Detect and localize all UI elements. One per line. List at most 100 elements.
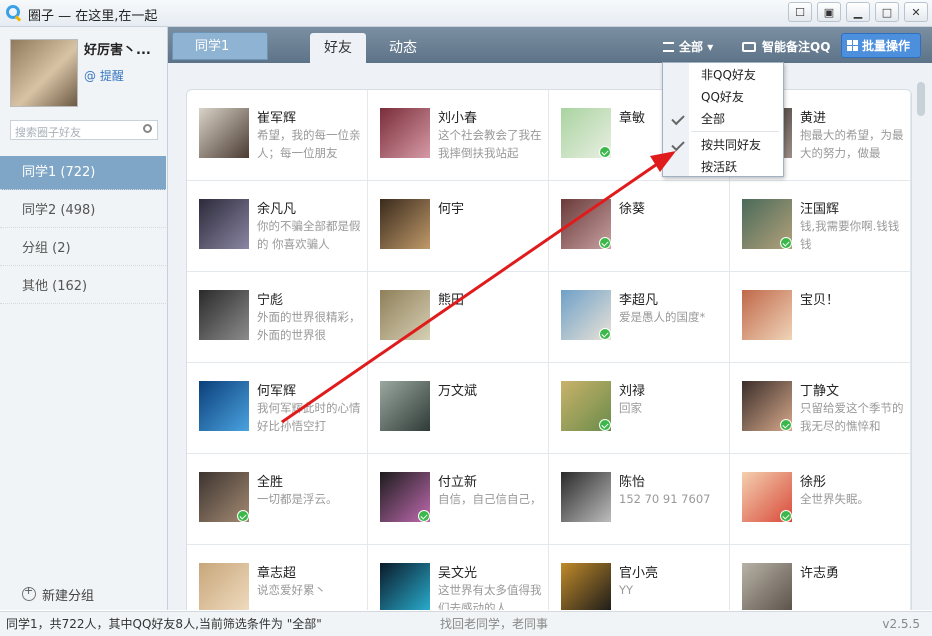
friend-signature (619, 217, 725, 253)
friend-avatar[interactable] (742, 563, 792, 610)
friend-name[interactable]: 宝贝！ (800, 289, 839, 308)
friend-avatar[interactable] (742, 290, 792, 340)
friend-signature: 外面的世界很精彩，外面的世界很 (257, 310, 361, 342)
friend-name[interactable]: 万文斌 (438, 380, 477, 399)
friend-name[interactable]: 许志勇 (800, 562, 839, 581)
friend-card[interactable]: 许志勇 (730, 545, 911, 610)
friend-avatar[interactable] (199, 563, 249, 610)
smart-remark-button[interactable]: 智能备注QQ (742, 35, 830, 59)
friend-avatar[interactable] (380, 290, 430, 340)
sidebar-group-item[interactable]: 同学2 (498) (0, 194, 166, 228)
sidebar-group-item[interactable]: 其他 (162) (0, 270, 166, 304)
friend-card[interactable]: 刘禄 回家 (549, 363, 730, 454)
remind-label: 提醒 (99, 69, 124, 83)
friend-card[interactable]: 何军辉 我何军辉此时的心情好比孙悟空打 (187, 363, 368, 454)
friend-card[interactable]: 官小亮 YY (549, 545, 730, 610)
friend-avatar[interactable] (561, 563, 611, 610)
friend-card[interactable]: 崔军辉希望，我的每一位亲人；每一位朋友 (187, 90, 368, 181)
friend-name[interactable]: 徐葵 (619, 198, 645, 217)
friend-name[interactable]: 全胜 (257, 471, 283, 490)
sidebar-group-item[interactable]: 分组 (2) (0, 232, 166, 266)
friend-signature: 钱,我需要你啊.钱钱钱 (800, 219, 900, 251)
friend-card[interactable]: 陈怡 152 70 91 7607 (549, 454, 730, 545)
filter-menu-item[interactable]: 非QQ好友 (701, 65, 756, 85)
friend-card[interactable]: 余凡凡 你的不骗全部都是假的 你喜欢骗人 (187, 181, 368, 272)
friend-name[interactable]: 熊田 (438, 289, 464, 308)
qq-friend-badge-icon (599, 237, 611, 249)
friend-card[interactable]: 吴文光 这世界有太多值得我们去感动的人 (368, 545, 549, 610)
friend-name[interactable]: 付立新 (438, 471, 477, 490)
search-icon[interactable] (143, 124, 152, 133)
friend-avatar[interactable] (561, 472, 611, 522)
friend-avatar[interactable] (199, 290, 249, 340)
friend-card[interactable]: 何宇 (368, 181, 549, 272)
friend-name[interactable]: 宁彪 (257, 289, 283, 308)
user-name: 好厉害丶... (84, 43, 151, 58)
qq-friend-badge-icon (599, 328, 611, 340)
filter-menu-item[interactable]: 按活跃 (701, 157, 737, 177)
friend-card[interactable]: 全胜 一切都是浮云。 (187, 454, 368, 545)
qq-friend-badge-icon (780, 237, 792, 249)
filter-dropdown[interactable]: 全部 ▾ (661, 35, 713, 59)
friend-avatar[interactable] (380, 563, 430, 610)
minimize-button[interactable]: ▁ (846, 2, 870, 22)
friend-avatar[interactable] (199, 381, 249, 431)
friend-name[interactable]: 李超凡 (619, 289, 658, 308)
friend-avatar[interactable] (380, 381, 430, 431)
friend-signature (800, 581, 906, 610)
friend-card[interactable]: 徐葵 (549, 181, 730, 272)
avatar[interactable] (10, 39, 78, 107)
friend-card[interactable]: 汪国辉钱,我需要你啊.钱钱钱 (730, 181, 911, 272)
search-input[interactable]: 搜索圈子好友 (10, 120, 158, 140)
friend-name[interactable]: 刘禄 (619, 380, 645, 399)
chat-icon[interactable]: ☐ (788, 2, 812, 22)
batch-operation-button[interactable]: 批量操作 (841, 33, 921, 58)
friend-avatar[interactable] (380, 199, 430, 249)
friend-card[interactable]: 章志超 说恋爱好累丶 (187, 545, 368, 610)
friend-name[interactable]: 陈怡 (619, 471, 645, 490)
filter-menu-item[interactable]: QQ好友 (701, 87, 744, 107)
friend-name[interactable]: 汪国辉 (800, 198, 839, 217)
friend-card[interactable]: 付立新 自信，自己信自己， (368, 454, 549, 545)
friend-name[interactable]: 章志超 (257, 562, 296, 581)
friend-signature (438, 217, 544, 253)
remind-link[interactable]: @ 提醒 (84, 67, 124, 84)
find-classmates-link[interactable]: 找回老同学，老同事 (440, 612, 548, 636)
friend-name[interactable]: 官小亮 (619, 562, 658, 581)
scrollbar[interactable] (917, 82, 925, 116)
friend-signature: 希望，我的每一位亲人；每一位朋友 (257, 128, 361, 160)
current-group-tab[interactable]: 同学1 (172, 32, 268, 60)
sidebar-group-item[interactable]: 同学1 (722) (0, 156, 166, 190)
friend-card[interactable]: 万文斌 (368, 363, 549, 454)
friend-name[interactable]: 崔军辉 (257, 107, 296, 126)
friend-avatar[interactable] (380, 108, 430, 158)
friend-grid: 崔军辉希望，我的每一位亲人；每一位朋友 刘小春 这个社会教会了我在我摔倒扶我站起 章敏… (186, 89, 912, 610)
friend-card[interactable]: 熊田 (368, 272, 549, 363)
maximize-button[interactable]: □ (875, 2, 899, 22)
qq-friend-badge-icon (237, 510, 249, 522)
friend-avatar[interactable] (199, 108, 249, 158)
friend-name[interactable]: 黄进 (800, 107, 826, 126)
close-button[interactable]: ✕ (904, 2, 928, 22)
friend-card[interactable]: 丁静文 只留给爱这个季节的我无尽的憔悴和 (730, 363, 911, 454)
friend-name[interactable]: 刘小春 (438, 107, 477, 126)
friend-name[interactable]: 丁静文 (800, 380, 839, 399)
friend-card[interactable]: 李超凡 爱是愚人的国度* (549, 272, 730, 363)
friend-name[interactable]: 徐彤 (800, 471, 826, 490)
friend-avatar[interactable] (199, 199, 249, 249)
friend-name[interactable]: 余凡凡 (257, 198, 296, 217)
friend-name[interactable]: 章敏 (619, 107, 645, 126)
friend-card[interactable]: 宝贝！ (730, 272, 911, 363)
friend-name[interactable]: 何军辉 (257, 380, 296, 399)
filter-menu-item[interactable]: 按共同好友 (701, 135, 761, 155)
tab-friends[interactable]: 好友 (310, 33, 366, 63)
new-group-button[interactable]: 新建分组 (22, 584, 94, 604)
friend-name[interactable]: 何宇 (438, 198, 464, 217)
filter-menu-item[interactable]: 全部 (701, 109, 725, 129)
friend-card[interactable]: 宁彪外面的世界很精彩，外面的世界很 (187, 272, 368, 363)
friend-card[interactable]: 徐彤 全世界失眠。 (730, 454, 911, 545)
tab-activity[interactable]: 动态 (375, 33, 431, 63)
friend-card[interactable]: 刘小春 这个社会教会了我在我摔倒扶我站起 (368, 90, 549, 181)
skin-icon[interactable]: ▣ (817, 2, 841, 22)
friend-name[interactable]: 吴文光 (438, 562, 477, 581)
